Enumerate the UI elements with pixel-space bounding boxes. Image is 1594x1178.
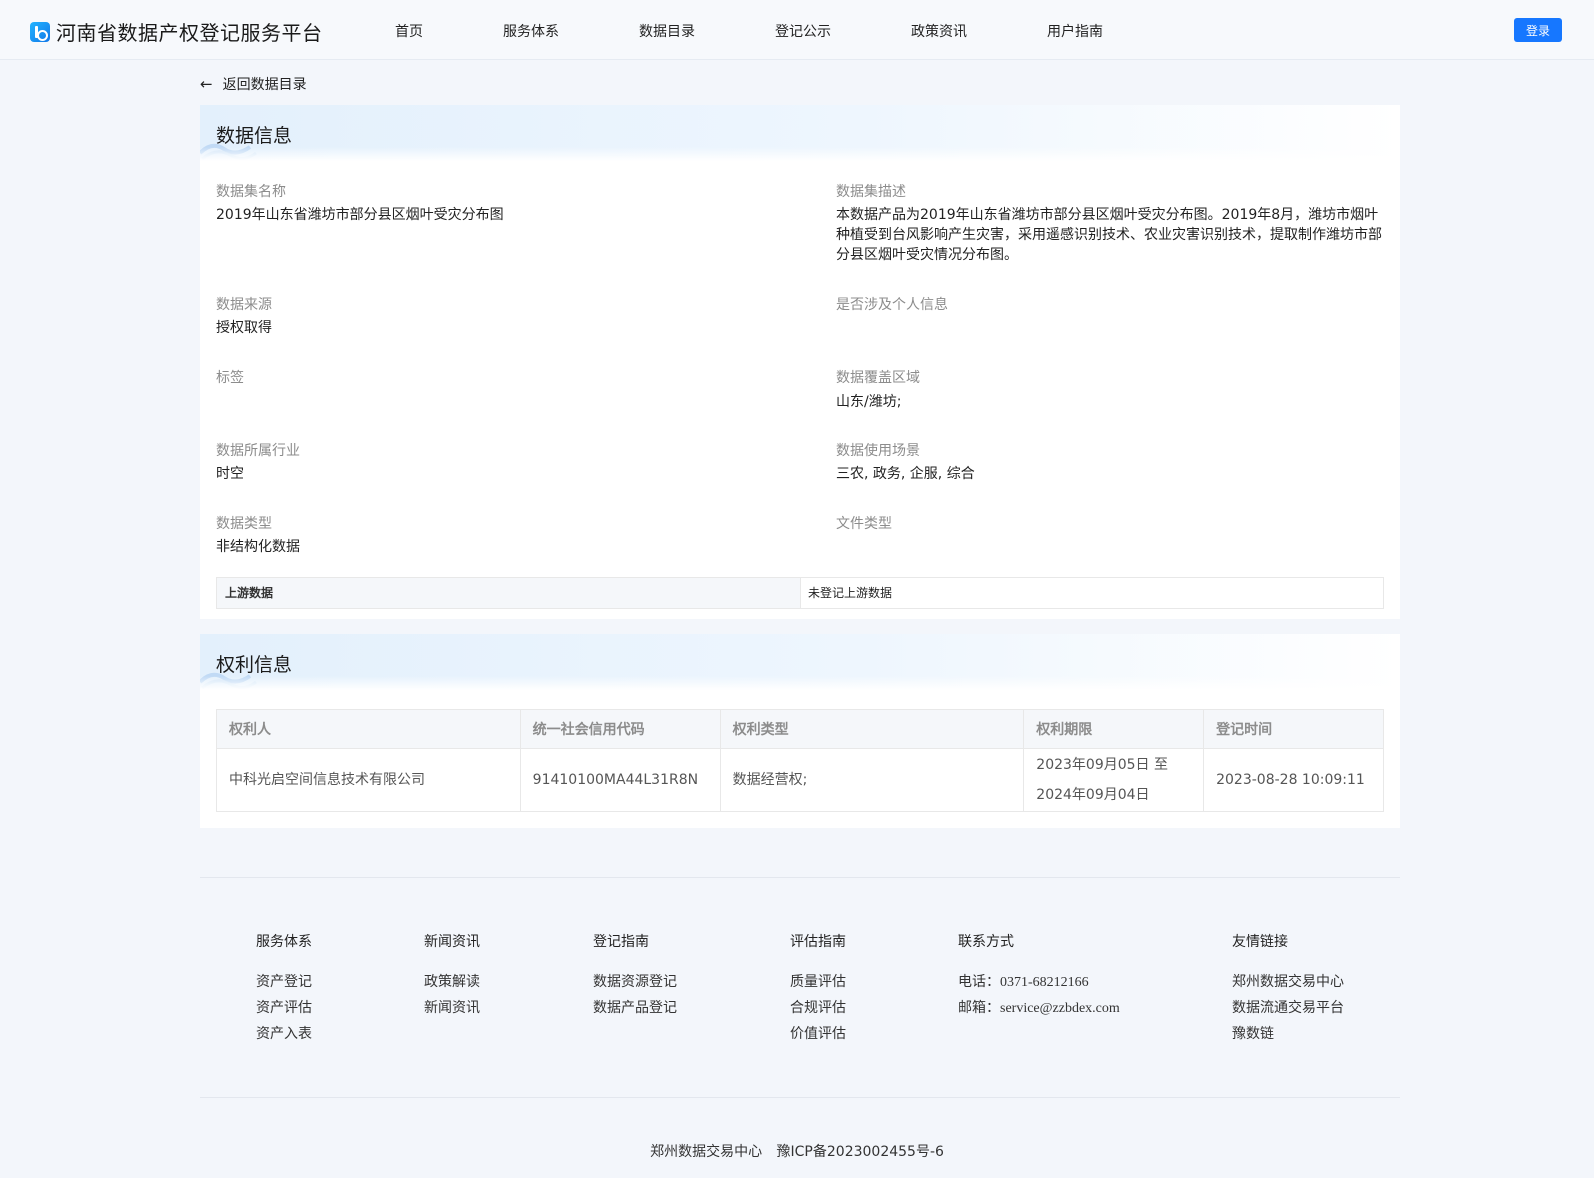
- site-logo[interactable]: 河南省数据产权登记服务平台: [30, 17, 323, 46]
- scenario-value: 三农, 政务, 企服, 综合: [836, 466, 975, 482]
- personal-info-label: 是否涉及个人信息: [836, 297, 948, 313]
- footer-col-registration-guide: 登记指南 数据资源登记 数据产品登记: [593, 931, 677, 1016]
- copyright-org: 郑州数据交易中心: [650, 1144, 763, 1160]
- data-info-card: 数据信息 数据集名称 2019年山东省潍坊市部分县区烟叶受灾分布图 数据集描述 …: [200, 105, 1400, 619]
- footer-link-asset-accounting[interactable]: 资产入表: [256, 1023, 312, 1043]
- file-type-label: 文件类型: [836, 516, 892, 532]
- column-header-period: 权利期限: [1023, 709, 1205, 749]
- industry-value: 时空: [216, 466, 244, 482]
- footer-link-asset-evaluation[interactable]: 资产评估: [256, 997, 312, 1017]
- rights-holder-cell: 中科光启空间信息技术有限公司: [216, 748, 521, 812]
- rights-table: 权利人 统一社会信用代码 权利类型 权利期限 登记时间 中科光启空间信息技术有限…: [216, 709, 1384, 812]
- footer-col-contact: 联系方式 电话：0371-68212166 邮箱：service@zzbdex.…: [958, 931, 1120, 1016]
- scenario-label: 数据使用场景: [836, 443, 920, 459]
- footer-col-evaluation-guide: 评估指南 质量评估 合规评估 价值评估: [790, 931, 846, 1042]
- footer-link-circulation-platform[interactable]: 数据流通交易平台: [1232, 997, 1344, 1017]
- footer-divider-top: [200, 877, 1400, 878]
- footer-link-policy[interactable]: 政策解读: [424, 971, 480, 991]
- dataset-name-value: 2019年山东省潍坊市部分县区烟叶受灾分布图: [216, 207, 504, 223]
- footer-contact-phone: 电话：0371-68212166: [958, 975, 1089, 990]
- footer-col-service: 服务体系 资产登记 资产评估 资产入表: [256, 931, 312, 1042]
- nav-service-system[interactable]: 服务体系: [503, 21, 559, 41]
- period-end: 2024年09月04日: [1036, 787, 1150, 803]
- period-start: 2023年09月05日 至: [1036, 757, 1168, 773]
- footer-link-yushulian[interactable]: 豫数链: [1232, 1023, 1274, 1043]
- top-header: 河南省数据产权登记服务平台 首页 服务体系 数据目录 登记公示 政策资讯 用户指…: [0, 0, 1594, 60]
- rights-table-header: 权利人 统一社会信用代码 权利类型 权利期限 登记时间: [216, 709, 1384, 749]
- footer-divider-bottom: [200, 1097, 1400, 1098]
- footer-link-value-eval[interactable]: 价值评估: [790, 1023, 846, 1043]
- data-info-title: 数据信息: [216, 125, 293, 147]
- rights-info-title: 权利信息: [216, 654, 293, 676]
- back-link-label: 返回数据目录: [222, 77, 307, 93]
- coverage-label: 数据覆盖区域: [836, 370, 920, 386]
- upstream-data-label: 上游数据: [217, 578, 801, 608]
- nav-user-guide[interactable]: 用户指南: [1047, 21, 1103, 41]
- login-button[interactable]: 登录: [1514, 18, 1562, 42]
- credit-code-cell: 91410100MA44L31R8N: [519, 748, 721, 812]
- logo-icon: [30, 21, 50, 42]
- nav-home[interactable]: 首页: [395, 21, 423, 41]
- footer-link-resource-registration[interactable]: 数据资源登记: [593, 971, 677, 991]
- footer-col-title: 登记指南: [593, 934, 649, 950]
- footer-link-product-registration[interactable]: 数据产品登记: [593, 997, 677, 1017]
- right-type-cell: 数据经营权;: [719, 748, 1025, 812]
- footer-link-compliance-eval[interactable]: 合规评估: [790, 997, 846, 1017]
- rights-info-card: 权利信息 权利人 统一社会信用代码 权利类型 权利期限 登记时间 中科光启空间信…: [200, 634, 1400, 828]
- footer-col-title: 服务体系: [256, 934, 312, 950]
- column-header-registered: 登记时间: [1203, 709, 1384, 749]
- footer-contact-email[interactable]: 邮箱：service@zzbdex.com: [958, 997, 1120, 1017]
- column-header-right-type: 权利类型: [719, 709, 1025, 749]
- footer-link-zzbdex[interactable]: 郑州数据交易中心: [1232, 971, 1344, 991]
- data-type-value: 非结构化数据: [216, 539, 300, 555]
- nav-data-catalog[interactable]: 数据目录: [639, 21, 695, 41]
- upstream-data-value: 未登记上游数据: [808, 586, 893, 600]
- footer-col-title: 友情链接: [1232, 934, 1288, 950]
- footer-link-asset-registration[interactable]: 资产登记: [256, 971, 312, 991]
- dataset-description-value: 本数据产品为2019年山东省潍坊市部分县区烟叶受灾分布图。2019年8月，潍坊市…: [836, 207, 1382, 263]
- rights-info-header: 权利信息: [200, 634, 1400, 690]
- dataset-name-label: 数据集名称: [216, 184, 286, 200]
- column-header-holder: 权利人: [216, 709, 521, 749]
- copyright-bar: 郑州数据交易中心 豫ICP备2023002455号-6: [0, 1141, 1594, 1161]
- footer-link-quality-eval[interactable]: 质量评估: [790, 971, 846, 991]
- footer-link-news[interactable]: 新闻资讯: [424, 997, 480, 1017]
- tags-label: 标签: [216, 370, 244, 386]
- footer-col-title: 新闻资讯: [424, 934, 480, 950]
- footer-col-title: 评估指南: [790, 934, 846, 950]
- right-period-cell: 2023年09月05日 至 2024年09月04日: [1023, 748, 1205, 812]
- data-source-label: 数据来源: [216, 297, 272, 313]
- dataset-description-label: 数据集描述: [836, 184, 906, 200]
- site-title: 河南省数据产权登记服务平台: [56, 21, 323, 45]
- data-info-header: 数据信息: [200, 105, 1400, 161]
- column-header-credit-code: 统一社会信用代码: [519, 709, 721, 749]
- nav-registration-notice[interactable]: 登记公示: [775, 21, 831, 41]
- arrow-left-icon: ←: [200, 75, 213, 93]
- coverage-value: 山东/潍坊;: [836, 394, 902, 410]
- upstream-data-row: 上游数据 未登记上游数据: [216, 577, 1384, 609]
- footer-col-title: 联系方式: [958, 934, 1014, 950]
- nav-policy-news[interactable]: 政策资讯: [911, 21, 967, 41]
- table-row: 中科光启空间信息技术有限公司 91410100MA44L31R8N 数据经营权;…: [216, 748, 1384, 812]
- back-link[interactable]: ← 返回数据目录: [200, 74, 307, 94]
- industry-label: 数据所属行业: [216, 443, 300, 459]
- data-type-label: 数据类型: [216, 516, 272, 532]
- icp-number[interactable]: 豫ICP备2023002455号-6: [777, 1144, 944, 1160]
- data-source-value: 授权取得: [216, 320, 272, 336]
- footer-col-friend-links: 友情链接 郑州数据交易中心 数据流通交易平台 豫数链: [1232, 931, 1344, 1042]
- footer-col-news: 新闻资讯 政策解读 新闻资讯: [424, 931, 480, 1016]
- registered-time-cell: 2023-08-28 10:09:11: [1203, 748, 1384, 812]
